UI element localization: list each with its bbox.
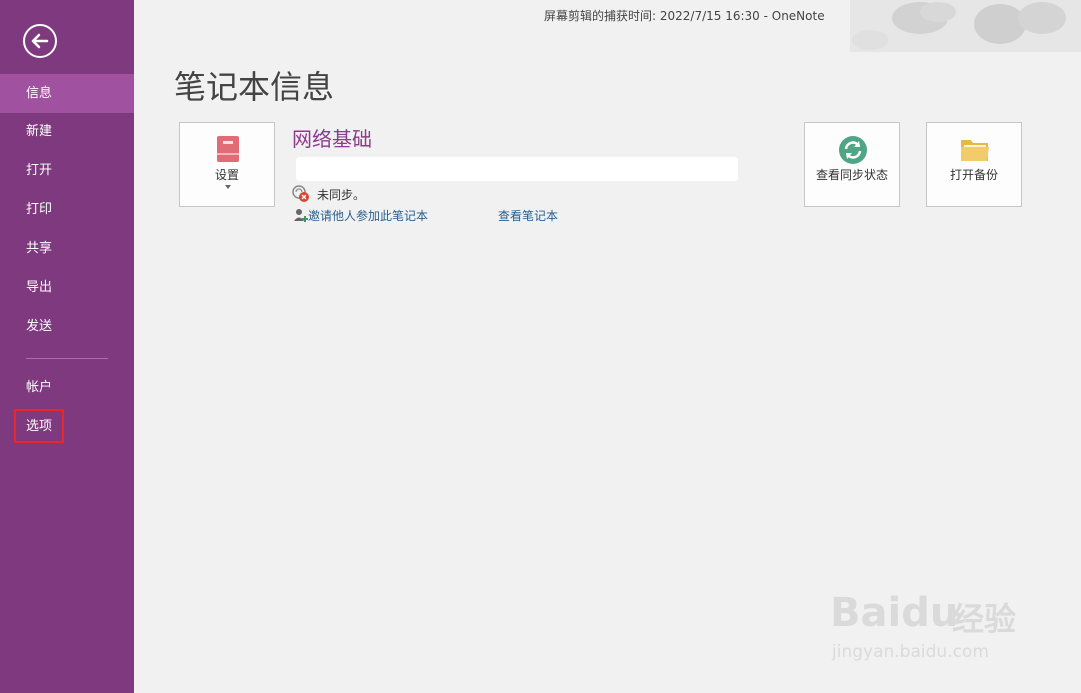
options-highlight-box <box>14 409 64 443</box>
window-title: 屏幕剪辑的捕获时间: 2022/7/15 16:30 - OneNote <box>544 9 825 23</box>
watermark-brand: Baidu <box>830 590 959 636</box>
nav-item-print[interactable]: 打印 <box>0 190 134 229</box>
nav-item-send[interactable]: 发送 <box>0 307 134 346</box>
nav-separator <box>26 358 108 359</box>
view-notebook-link[interactable]: 查看笔记本 <box>498 207 558 224</box>
nav-item-share[interactable]: 共享 <box>0 229 134 268</box>
watermark-brand-cn: 经验 <box>952 600 1017 638</box>
settings-label: 设置 <box>214 168 239 182</box>
open-backup-label: 打开备份 <box>949 168 998 182</box>
back-button[interactable] <box>23 24 57 58</box>
watermark-url: jingyan.baidu.com <box>832 642 989 662</box>
backstage-sidebar: 信息 新建 打开 打印 共享 导出 发送 帐户 选项 <box>0 0 134 693</box>
notebook-path-field[interactable] <box>296 157 738 181</box>
sync-error-icon <box>292 185 309 202</box>
cloud-decoration-icon <box>850 0 1081 52</box>
page-title: 笔记本信息 <box>174 68 335 106</box>
nav-item-account[interactable]: 帐户 <box>0 368 134 407</box>
sync-icon <box>839 136 867 164</box>
notebook-name: 网络基础 <box>292 127 372 151</box>
notebook-icon <box>217 136 239 162</box>
view-sync-status-button[interactable]: 查看同步状态 <box>804 122 900 207</box>
open-backup-button[interactable]: 打开备份 <box>926 122 1022 207</box>
back-arrow-icon <box>31 33 49 49</box>
nav-item-info[interactable]: 信息 <box>0 74 134 113</box>
dropdown-arrow-icon <box>225 185 231 189</box>
invite-person-icon <box>294 209 308 222</box>
nav-item-open[interactable]: 打开 <box>0 151 134 190</box>
nav-item-export[interactable]: 导出 <box>0 268 134 307</box>
nav-item-new[interactable]: 新建 <box>0 112 134 151</box>
baidu-jingyan-watermark: Baidu 经验 jingyan.baidu.com <box>830 580 1025 670</box>
sync-status-text: 未同步。 <box>317 188 366 202</box>
settings-button[interactable]: 设置 <box>179 122 275 207</box>
view-sync-status-label: 查看同步状态 <box>815 168 888 182</box>
folder-icon <box>961 140 989 161</box>
invite-others-link[interactable]: 邀请他人参加此笔记本 <box>308 207 428 224</box>
